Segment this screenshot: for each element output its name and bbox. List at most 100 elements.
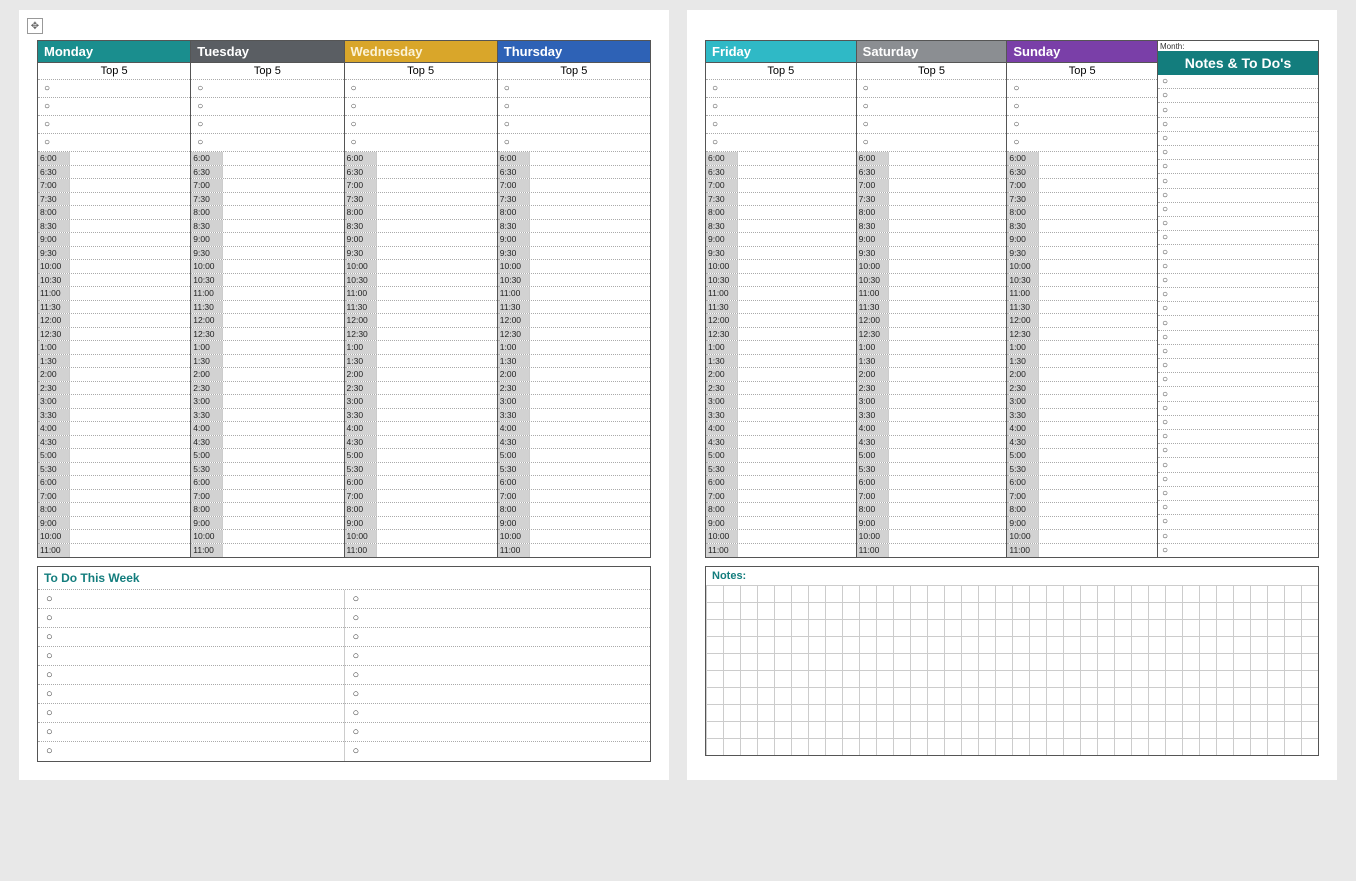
top5-item[interactable] [1007,116,1157,134]
time-input[interactable] [1039,476,1157,489]
top5-item[interactable] [1007,98,1157,116]
time-row[interactable]: 6:00 [191,152,343,166]
time-input[interactable] [70,166,190,179]
time-row[interactable]: 12:30 [857,328,1007,342]
time-input[interactable] [738,436,856,449]
time-row[interactable]: 3:30 [1007,409,1157,423]
time-input[interactable] [889,544,1007,558]
time-input[interactable] [70,368,190,381]
time-row[interactable]: 12:00 [1007,314,1157,328]
time-input[interactable] [377,436,497,449]
time-row[interactable]: 6:00 [857,152,1007,166]
time-input[interactable] [377,476,497,489]
time-input[interactable] [70,395,190,408]
time-input[interactable] [889,220,1007,233]
time-input[interactable] [738,449,856,462]
time-input[interactable] [223,247,343,260]
time-input[interactable] [530,436,650,449]
notes-todo-item[interactable] [1158,515,1318,529]
time-row[interactable]: 5:00 [191,449,343,463]
time-input[interactable] [70,355,190,368]
time-row[interactable]: 7:00 [38,490,190,504]
todo-week-item[interactable] [38,666,344,685]
time-input[interactable] [1039,206,1157,219]
time-row[interactable]: 7:00 [857,179,1007,193]
time-row[interactable]: 7:00 [1007,179,1157,193]
time-input[interactable] [530,193,650,206]
time-row[interactable]: 11:30 [38,301,190,315]
time-row[interactable]: 10:00 [857,260,1007,274]
time-input[interactable] [223,368,343,381]
time-input[interactable] [530,206,650,219]
time-input[interactable] [530,422,650,435]
time-row[interactable]: 8:00 [498,206,650,220]
time-input[interactable] [70,436,190,449]
time-row[interactable]: 6:00 [498,152,650,166]
time-input[interactable] [223,179,343,192]
time-input[interactable] [889,314,1007,327]
time-row[interactable]: 3:30 [191,409,343,423]
time-row[interactable]: 10:00 [498,260,650,274]
time-input[interactable] [738,355,856,368]
time-input[interactable] [223,449,343,462]
time-row[interactable]: 9:00 [191,233,343,247]
todo-week-item[interactable] [345,628,651,647]
notes-todo-item[interactable] [1158,260,1318,274]
time-row[interactable]: 11:30 [706,301,856,315]
time-row[interactable]: 11:30 [498,301,650,315]
time-input[interactable] [889,449,1007,462]
time-row[interactable]: 1:30 [191,355,343,369]
time-input[interactable] [223,206,343,219]
time-row[interactable]: 10:00 [857,530,1007,544]
time-input[interactable] [377,490,497,503]
time-input[interactable] [223,463,343,476]
time-row[interactable]: 3:00 [191,395,343,409]
time-input[interactable] [530,287,650,300]
time-input[interactable] [738,179,856,192]
time-row[interactable]: 8:00 [857,206,1007,220]
time-input[interactable] [70,274,190,287]
time-row[interactable]: 6:30 [38,166,190,180]
time-row[interactable]: 6:00 [191,476,343,490]
time-input[interactable] [70,179,190,192]
time-input[interactable] [377,530,497,543]
time-row[interactable]: 4:00 [706,422,856,436]
time-row[interactable]: 9:00 [345,233,497,247]
time-row[interactable]: 1:00 [857,341,1007,355]
notes-todo-item[interactable] [1158,245,1318,259]
time-row[interactable]: 6:00 [1007,152,1157,166]
time-input[interactable] [889,490,1007,503]
notes-todo-item[interactable] [1158,345,1318,359]
time-input[interactable] [738,476,856,489]
time-input[interactable] [70,517,190,530]
time-input[interactable] [738,409,856,422]
time-input[interactable] [530,382,650,395]
time-row[interactable]: 7:00 [857,490,1007,504]
time-input[interactable] [223,530,343,543]
time-row[interactable]: 5:00 [706,449,856,463]
time-row[interactable]: 12:30 [191,328,343,342]
time-input[interactable] [889,355,1007,368]
time-input[interactable] [1039,409,1157,422]
todo-week-item[interactable] [345,704,651,723]
time-row[interactable]: 2:30 [38,382,190,396]
time-row[interactable]: 7:30 [345,193,497,207]
time-input[interactable] [70,341,190,354]
time-row[interactable]: 6:00 [1007,476,1157,490]
time-row[interactable]: 12:30 [498,328,650,342]
notes-todo-item[interactable] [1158,402,1318,416]
todo-week-item[interactable] [345,590,651,609]
time-input[interactable] [530,179,650,192]
time-input[interactable] [530,247,650,260]
time-input[interactable] [223,287,343,300]
time-input[interactable] [530,530,650,543]
time-row[interactable]: 4:00 [38,422,190,436]
time-row[interactable]: 4:00 [857,422,1007,436]
top5-item[interactable] [857,80,1007,98]
time-row[interactable]: 11:30 [191,301,343,315]
notes-todo-item[interactable] [1158,387,1318,401]
time-row[interactable]: 11:30 [857,301,1007,315]
time-input[interactable] [223,490,343,503]
time-row[interactable]: 1:30 [1007,355,1157,369]
time-row[interactable]: 6:30 [191,166,343,180]
